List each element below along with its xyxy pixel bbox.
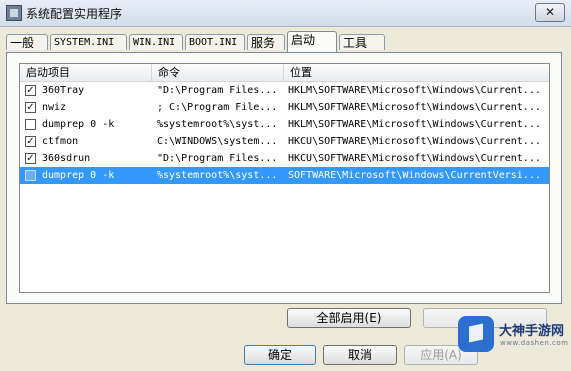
startup-row[interactable]: ✓ 360Tray "D:\Program Files... HKLM\SOFTWAR… [20, 82, 549, 99]
startup-checkbox[interactable]: ✓ [25, 153, 36, 164]
window-title: 系统配置实用程序 [26, 7, 123, 21]
startup-item-command: %systemroot%\syst... [157, 170, 278, 181]
column-header-location[interactable]: 位置 [284, 64, 549, 81]
startup-row[interactable]: dumprep 0 -k %systemroot%\syst... HKLM\SOF… [20, 116, 549, 133]
cube-logo-icon [458, 316, 494, 352]
startup-row[interactable]: ✓ 360sdrun "D:\Program Files... HKCU\SOFTWA… [20, 150, 549, 167]
close-button[interactable]: ✕ [535, 3, 565, 22]
startup-item-name: nwiz [42, 102, 67, 113]
startup-item-command: ; C:\Program File... [157, 102, 278, 113]
startup-item-name: ctfmon [42, 136, 79, 147]
startup-checkbox[interactable]: ✓ [25, 136, 36, 147]
watermark: 大神手游网 www.dashen.com [458, 314, 568, 356]
watermark-brand: 大神手游网 [499, 324, 565, 339]
startup-item-command: C:\WINDOWS\system... [157, 136, 278, 147]
tab-general[interactable]: 一般 [6, 34, 48, 50]
tab-tools[interactable]: 工具 [339, 34, 385, 50]
startup-checkbox[interactable]: ✓ [25, 102, 36, 113]
startup-item-location: HKLM\SOFTWARE\Microsoft\Windows\Current.… [288, 119, 541, 130]
tab-boot-ini[interactable]: BOOT.INI [185, 34, 245, 50]
startup-row[interactable]: ✓ ctfmon C:\WINDOWS\system... HKCU\SOFTWARE… [20, 133, 549, 150]
list-header: 启动项目 命令 位置 [20, 64, 549, 82]
startup-row[interactable]: dumprep 0 -k %systemroot%\syst... SOFTWARE… [20, 167, 549, 184]
startup-item-name: 360Tray [42, 85, 85, 96]
startup-item-name: 360sdrun [42, 153, 91, 164]
startup-list[interactable]: 启动项目 命令 位置 ✓ 360Tray "D:\Program Files... H… [19, 63, 550, 293]
startup-item-command: "D:\Program Files... [157, 85, 278, 96]
ok-button[interactable]: 确定 [244, 345, 316, 365]
enable-all-button[interactable]: 全部启用(E) [287, 308, 411, 328]
startup-checkbox[interactable] [25, 119, 36, 130]
startup-item-location: HKCU\SOFTWARE\Microsoft\Windows\Current.… [288, 136, 541, 147]
startup-item-command: "D:\Program Files... [157, 153, 278, 164]
tab-win-ini[interactable]: WIN.INI [129, 34, 183, 50]
title-bar: 系统配置实用程序 ✕ [0, 0, 571, 27]
tab-system-ini[interactable]: SYSTEM.INI [50, 34, 127, 50]
startup-item-location: SOFTWARE\Microsoft\Windows\CurrentVersi.… [288, 170, 541, 181]
cancel-button[interactable]: 取消 [323, 345, 397, 365]
startup-item-name: dumprep 0 -k [42, 119, 115, 130]
column-header-item[interactable]: 启动项目 [20, 64, 152, 81]
startup-item-location: HKLM\SOFTWARE\Microsoft\Windows\Current.… [288, 85, 541, 96]
column-header-command[interactable]: 命令 [152, 64, 284, 81]
tab-startup[interactable]: 启动 [287, 31, 337, 52]
startup-item-command: %systemroot%\syst... [157, 119, 278, 130]
startup-checkbox[interactable]: ✓ [25, 85, 36, 96]
startup-row[interactable]: ✓ nwiz ; C:\Program File... HKLM\SOFTWARE\M… [20, 99, 549, 116]
startup-item-name: dumprep 0 -k [42, 170, 115, 181]
msconfig-icon [6, 5, 22, 21]
startup-item-location: HKCU\SOFTWARE\Microsoft\Windows\Current.… [288, 153, 541, 164]
tab-services[interactable]: 服务 [247, 34, 285, 50]
watermark-url: www.dashen.com [500, 339, 569, 347]
startup-checkbox[interactable] [25, 170, 36, 181]
tab-strip: 一般 SYSTEM.INI WIN.INI BOOT.INI 服务 启动 工具 [6, 31, 566, 52]
startup-item-location: HKLM\SOFTWARE\Microsoft\Windows\Current.… [288, 102, 541, 113]
